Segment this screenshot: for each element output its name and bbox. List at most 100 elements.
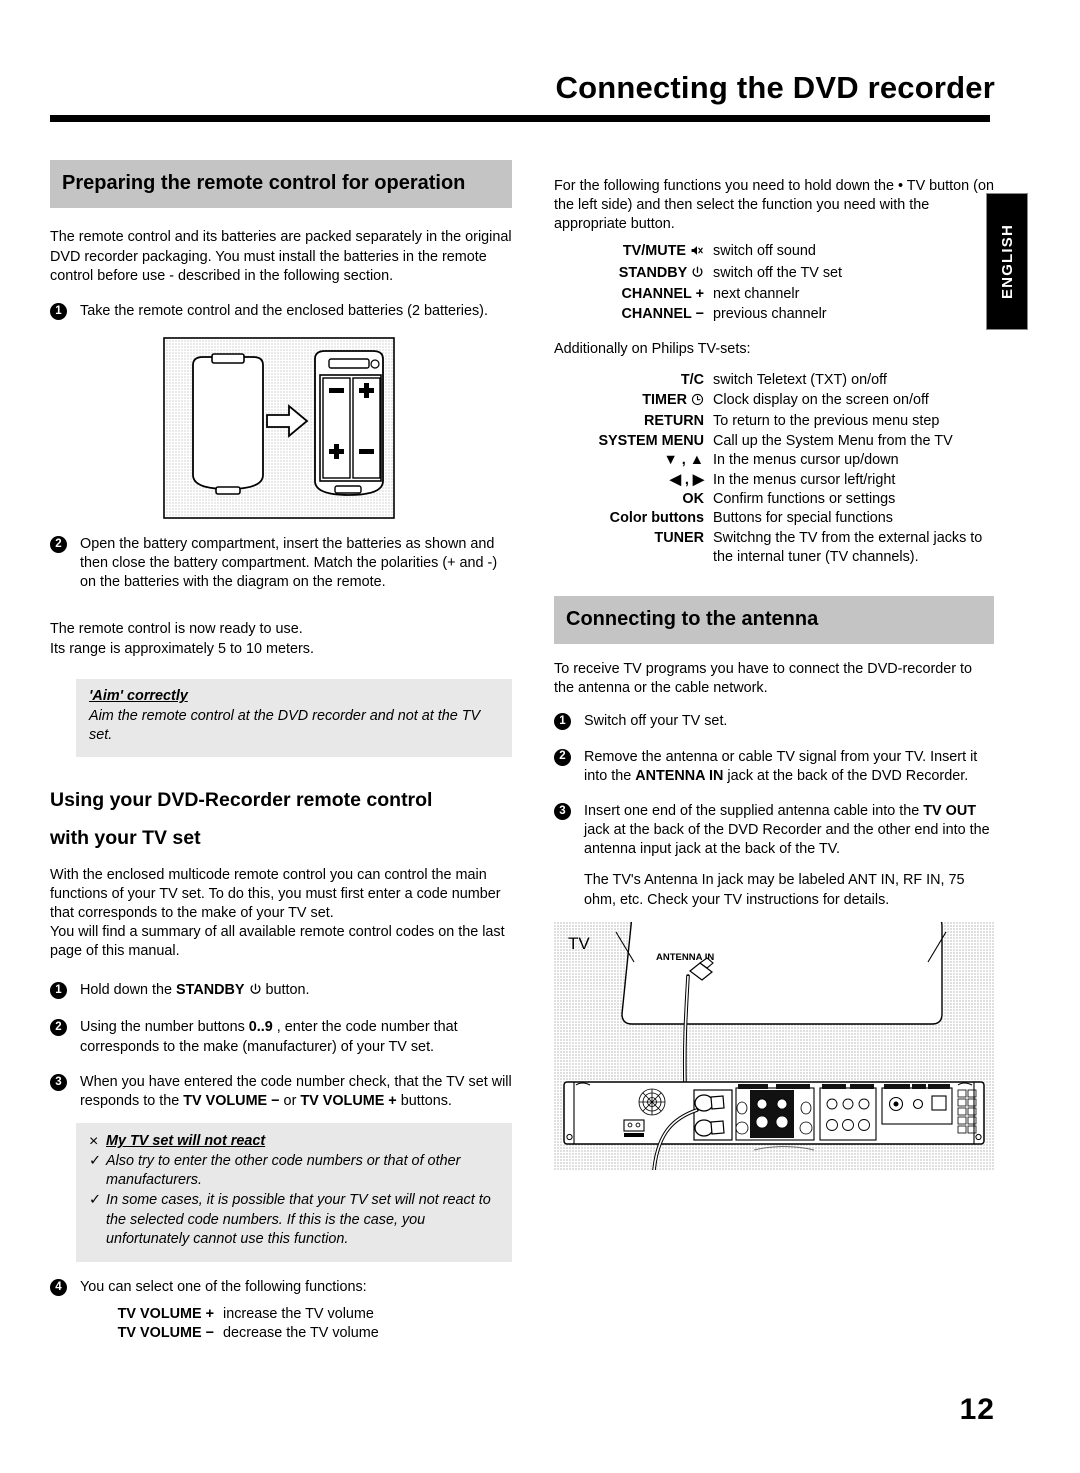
step-number-badge: 2 xyxy=(50,536,67,554)
table-row: CHANNEL + next channelr xyxy=(554,285,994,304)
antenna-intro: To receive TV programs you have to conne… xyxy=(554,661,973,697)
tv-functions-list: TV/MUTE switch off sound STANDBY switch … xyxy=(554,242,994,324)
step-number-badge: 1 xyxy=(554,713,571,731)
using-step-4-text: You can select one of the following func… xyxy=(80,1278,367,1295)
system-menu-desc: Call up the System Menu from the TV xyxy=(713,432,953,449)
preparing-intro-text: The remote control and its batteries are… xyxy=(50,229,512,284)
antenna-step-3-post: jack at the back of the DVD Recorder and… xyxy=(584,822,990,858)
aim-note-title: 'Aim' correctly xyxy=(89,687,188,704)
antenna-step-2-post: jack at the back of the DVD Recorder. xyxy=(723,767,969,784)
tv-mute-key: TV/MUTE xyxy=(622,243,686,260)
using-remote-step-1: 1 Hold down the STANDBY button. xyxy=(50,981,512,1002)
number-buttons-key-label: 0..9 xyxy=(248,1019,273,1036)
table-row: RETURN To return to the previous menu st… xyxy=(554,412,994,431)
tv-volume-plus-key: TV VOLUME + xyxy=(117,1306,214,1323)
tv-figure-label: TV xyxy=(568,934,590,953)
aim-correctly-note: 'Aim' correctly Aim the remote control a… xyxy=(76,678,512,758)
system-menu-key: SYSTEM MENU xyxy=(598,432,704,449)
clock-icon xyxy=(691,393,704,412)
antenna-connection-figure: TV ANTENNA IN xyxy=(554,915,994,1172)
warning-bullet-text: In some cases, it is possible that your … xyxy=(106,1192,491,1247)
color-buttons-key: Color buttons xyxy=(609,510,704,527)
list-item: ✓ In some cases, it is possible that you… xyxy=(89,1191,499,1248)
timer-key: TIMER xyxy=(642,391,687,408)
table-row: TUNER Switchng the TV from the external … xyxy=(554,529,994,568)
tv-volume-plus-desc: increase the TV volume xyxy=(223,1306,374,1323)
return-key: RETURN xyxy=(644,413,704,430)
section-heading-preparing-remote: Preparing the remote control for operati… xyxy=(50,160,512,209)
antenna-step-3: 3 Insert one end of the supplied antenna… xyxy=(554,802,994,859)
tc-desc: switch Teletext (TXT) on/off xyxy=(713,372,887,389)
table-row: Color buttons Buttons for special functi… xyxy=(554,509,994,528)
tv-volume-function-list: TV VOLUME + increase the TV volume TV VO… xyxy=(76,1305,496,1344)
table-row: TV/MUTE switch off sound xyxy=(554,242,994,263)
step-number-badge: 4 xyxy=(50,1278,67,1296)
tv-volume-plus-key-label: TV VOLUME + xyxy=(300,1092,397,1109)
table-row: SYSTEM MENU Call up the System Menu from… xyxy=(554,432,994,451)
battery-compartment-figure xyxy=(163,337,395,520)
table-row: OK Confirm functions or settings xyxy=(554,490,994,509)
channel-minus-desc: previous channelr xyxy=(713,305,827,322)
fan-grille xyxy=(638,1088,666,1116)
check-icon: ✓ xyxy=(89,1153,102,1170)
using-remote-step-4: 4 You can select one of the following fu… xyxy=(50,1278,512,1297)
tv-mute-desc: switch off sound xyxy=(713,243,816,260)
antenna-step-3-pre: Insert one end of the supplied antenna c… xyxy=(584,802,924,819)
warning-bullet-list: ✓ Also try to enter the other code numbe… xyxy=(89,1152,499,1249)
antenna-step-2: 2 Remove the antenna or cable TV signal … xyxy=(554,748,994,786)
manual-page: Connecting the DVD recorder ENGLISH Prep… xyxy=(0,0,1080,1473)
table-row: T/C switch Teletext (TXT) on/off xyxy=(554,371,994,390)
step-number-badge: 1 xyxy=(50,982,67,1000)
color-buttons-desc: Buttons for special functions xyxy=(713,510,893,527)
remote-ready-line-1: The remote control is now ready to use. xyxy=(50,621,303,638)
timer-desc: Clock display on the screen on/off xyxy=(713,391,929,408)
tc-key: T/C xyxy=(680,372,704,389)
table-row: ▼ , ▲ In the menus cursor up/down xyxy=(554,451,994,470)
cursor-horizontal-key: ◀ , ▶ xyxy=(669,471,704,488)
using-step-3-post: buttons. xyxy=(396,1092,452,1109)
using-remote-step-2: 2 Using the number buttons 0..9 , enter … xyxy=(50,1018,512,1056)
using-step-2-pre: Using the number buttons xyxy=(80,1019,249,1036)
using-remote-intro-2: You will find a summary of all available… xyxy=(50,924,505,960)
channel-minus-key: CHANNEL − xyxy=(621,305,705,322)
standby-key-cell: STANDBY xyxy=(554,264,713,285)
preparing-step-2-text: Open the battery compartment, insert the… xyxy=(80,536,498,591)
check-icon: ✓ xyxy=(89,1192,102,1209)
using-remote-heading-line-1: Using your DVD-Recorder remote control xyxy=(50,789,433,812)
cursor-vertical-desc: In the menus cursor up/down xyxy=(713,452,899,469)
tv-not-react-warning-box: × My TV set will not react ✓ Also try to… xyxy=(76,1123,512,1262)
mains-socket xyxy=(623,1119,645,1137)
standby-icon xyxy=(249,983,262,1002)
cross-icon: × xyxy=(89,1133,99,1151)
warning-title-row: × My TV set will not react xyxy=(89,1132,499,1150)
preparing-step-1-text: Take the remote control and the enclosed… xyxy=(80,302,488,319)
cursor-vertical-key: ▼ , ▲ xyxy=(663,452,704,469)
connection-diagram-svg: TV ANTENNA IN xyxy=(554,915,994,1172)
preparing-step-1: 1 Take the remote control and the enclos… xyxy=(50,302,512,321)
channel-plus-key: CHANNEL + xyxy=(621,286,705,303)
tuner-desc: Switchng the TV from the external jacks … xyxy=(713,529,983,566)
page-title: Connecting the DVD recorder xyxy=(555,70,995,105)
page-number: 12 xyxy=(959,1393,995,1426)
preparing-step-2: 2 Open the battery compartment, insert t… xyxy=(50,535,512,592)
table-row: TIMER Clock display on the screen on/off xyxy=(554,391,994,412)
standby-icon xyxy=(691,266,704,285)
using-step-1-pre: Hold down the xyxy=(80,982,176,999)
return-desc: To return to the previous menu step xyxy=(713,413,940,430)
remote-ready-line-2: Its range is approximately 5 to 10 meter… xyxy=(50,640,314,657)
tv-mute-key-cell: TV/MUTE xyxy=(554,242,713,263)
ok-key: OK xyxy=(682,491,704,507)
header-rule xyxy=(50,115,990,122)
using-step-1-post: button. xyxy=(261,982,310,999)
standby-key-label: STANDBY xyxy=(176,982,245,999)
timer-key-cell: TIMER xyxy=(554,391,713,412)
list-item: ✓ Also try to enter the other code numbe… xyxy=(89,1152,499,1190)
coax-jack-lower xyxy=(694,1119,725,1137)
language-tab-label: ENGLISH xyxy=(999,223,1016,300)
ok-desc: Confirm functions or settings xyxy=(713,491,896,507)
cursor-horizontal-desc: In the menus cursor left/right xyxy=(713,471,896,488)
tv-volume-minus-key: TV VOLUME − xyxy=(117,1325,214,1342)
step-number-badge: 3 xyxy=(554,802,571,820)
step-number-badge: 2 xyxy=(554,748,571,766)
tv-volume-minus-key-label: TV VOLUME − xyxy=(183,1092,280,1109)
